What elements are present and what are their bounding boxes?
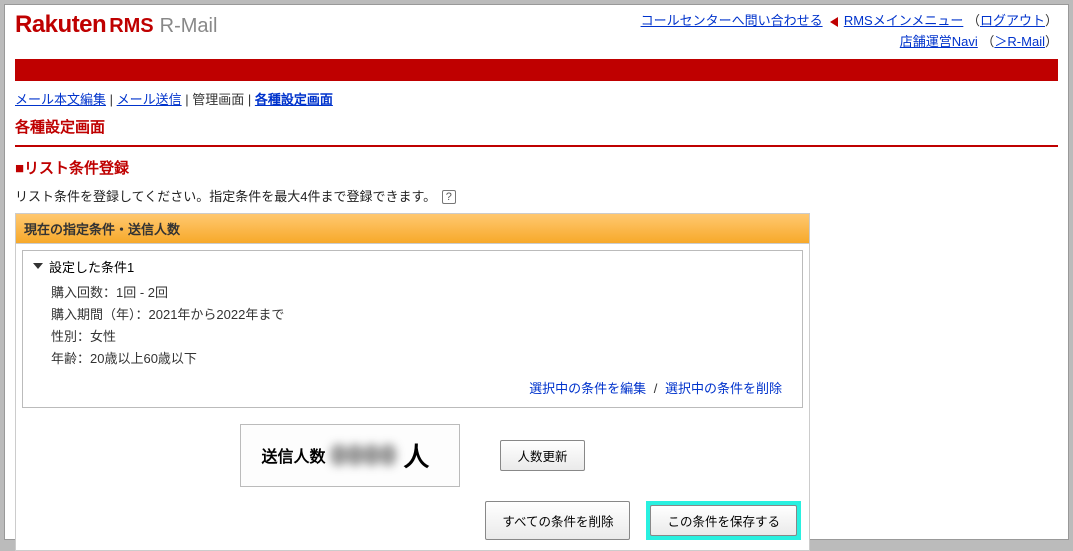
- logo-rakuten: Rakuten: [15, 11, 106, 39]
- bc-settings[interactable]: 各種設定画面: [255, 92, 333, 107]
- count-value: 0000: [332, 440, 398, 471]
- paren-close-2: ）: [1045, 34, 1058, 49]
- link-delete-condition[interactable]: 選択中の条件を削除: [665, 381, 782, 396]
- logo-rmail: R-Mail: [160, 15, 218, 38]
- back-icon: [830, 17, 838, 27]
- instruction-text: リスト条件を登録してください。指定条件を最大4件まで登録できます。: [15, 189, 436, 204]
- save-highlight: この条件を保存する: [646, 501, 801, 540]
- header-links: コールセンターへ問い合わせる RMSメインメニュー （ログアウト） 店舗運営Na…: [641, 11, 1058, 53]
- red-divider: [15, 145, 1058, 147]
- link-logout[interactable]: ログアウト: [980, 13, 1045, 28]
- content: ■リスト条件登録 リスト条件を登録してください。指定条件を最大4件まで登録できま…: [5, 153, 1068, 551]
- link-edit-condition[interactable]: 選択中の条件を編集: [529, 381, 646, 396]
- conditions-header: 現在の指定条件・送信人数: [16, 214, 809, 244]
- conditions-body: 設定した条件1 購入回数：1回 - 2回 購入期間（年）：2021年から2022…: [16, 250, 809, 550]
- condition-actions: 選択中の条件を編集 / 選択中の条件を削除: [23, 370, 802, 407]
- save-condition-button[interactable]: この条件を保存する: [650, 505, 797, 536]
- count-label: 送信人数: [261, 443, 325, 467]
- section-title: ■リスト条件登録: [15, 153, 1058, 186]
- cond-row-age: 年齢：20歳以上60歳以下: [51, 348, 792, 370]
- condition-details: 購入回数：1回 - 2回 購入期間（年）：2021年から2022年まで 性別：女…: [23, 282, 802, 370]
- help-icon[interactable]: ?: [442, 190, 456, 204]
- condition-block-header[interactable]: 設定した条件1: [23, 251, 802, 282]
- condition-title: 設定した条件1: [49, 257, 134, 276]
- count-row: 送信人数 0000 人 人数更新: [16, 414, 809, 501]
- bc-admin: 管理画面: [192, 92, 244, 107]
- count-box: 送信人数 0000 人: [240, 424, 460, 487]
- bc-mail-send[interactable]: メール送信: [117, 92, 182, 107]
- instruction-row: リスト条件を登録してください。指定条件を最大4件まで登録できます。 ?: [15, 186, 1058, 213]
- page-root: Rakuten RMS R-Mail コールセンターへ問い合わせる RMSメイン…: [4, 4, 1069, 540]
- link-shop-navi[interactable]: 店舗運営Navi: [900, 34, 978, 49]
- breadcrumbs: メール本文編集 | メール送信 | 管理画面 | 各種設定画面: [5, 87, 1068, 112]
- link-call-center[interactable]: コールセンターへ問い合わせる: [641, 13, 823, 28]
- paren-open: （: [967, 13, 980, 28]
- logo-rms: RMS: [109, 15, 153, 38]
- screen-title: 各種設定画面: [5, 112, 1068, 141]
- update-count-button[interactable]: 人数更新: [500, 440, 584, 471]
- cond-row-period: 購入期間（年）：2021年から2022年まで: [51, 304, 792, 326]
- conditions-container: 現在の指定条件・送信人数 設定した条件1 購入回数：1回 - 2回 購入期間（年…: [15, 213, 810, 551]
- paren-open-2: （: [981, 34, 994, 49]
- action-sep: /: [654, 381, 658, 396]
- action-row: すべての条件を削除 この条件を保存する: [16, 501, 809, 550]
- red-bar: [15, 59, 1058, 81]
- delete-all-button[interactable]: すべての条件を削除: [485, 501, 630, 540]
- cond-row-count: 購入回数：1回 - 2回: [51, 282, 792, 304]
- logo-block: Rakuten RMS R-Mail: [15, 11, 217, 39]
- count-unit: 人: [403, 437, 429, 474]
- condition-block-1: 設定した条件1 購入回数：1回 - 2回 購入期間（年）：2021年から2022…: [22, 250, 803, 408]
- paren-close: ）: [1045, 13, 1058, 28]
- link-main-menu[interactable]: RMSメインメニュー: [844, 13, 964, 28]
- link-rmail[interactable]: ＞R-Mail: [994, 34, 1045, 49]
- cond-row-gender: 性別：女性: [51, 326, 792, 348]
- caret-down-icon: [33, 263, 43, 269]
- bc-mail-body-edit[interactable]: メール本文編集: [15, 92, 106, 107]
- header: Rakuten RMS R-Mail コールセンターへ問い合わせる RMSメイン…: [5, 5, 1068, 57]
